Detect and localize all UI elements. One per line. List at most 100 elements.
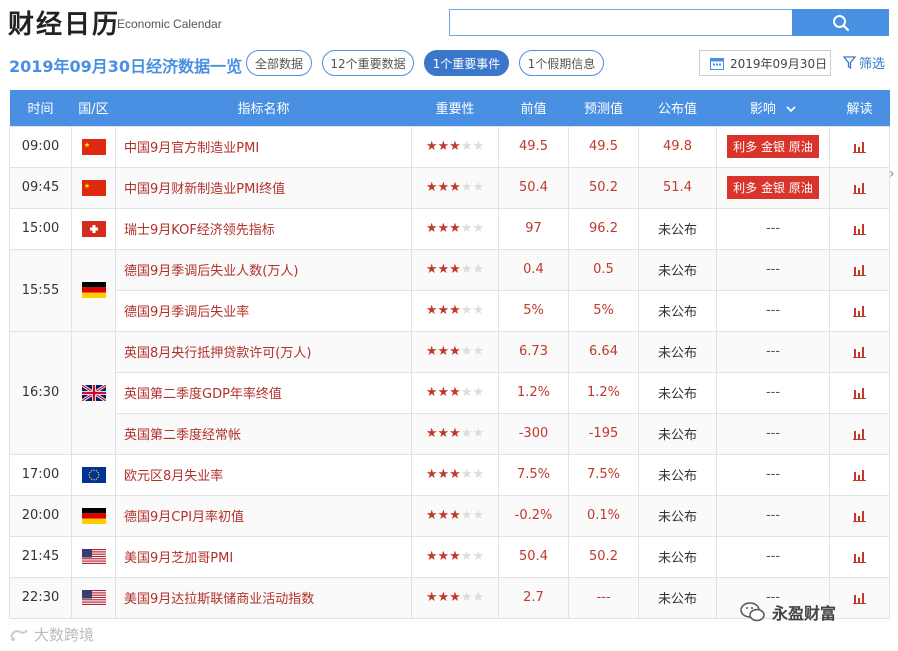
impact-badge[interactable]: 利多 金银 原油 (727, 176, 819, 199)
star-empty-icon: ★ (460, 426, 473, 441)
indicator-name[interactable]: 英国第二季度经常帐 (115, 412, 412, 455)
indicator-name[interactable]: 德国9月季调后失业率 (115, 289, 412, 332)
bar-chart-icon[interactable] (853, 346, 866, 358)
importance-stars: ★★★★★ (411, 166, 499, 209)
star-filled-icon: ★ (437, 549, 450, 564)
bar-chart-icon[interactable] (853, 428, 866, 440)
star-empty-icon: ★ (472, 180, 485, 195)
table-row[interactable]: 15:00 瑞士9月KOF经济领先指标 ★★★★★ 97 96.2 未公布 --- (9, 207, 890, 250)
actual-value: 未公布 (638, 494, 717, 537)
indicator-name[interactable]: 德国9月CPI月率初值 (115, 494, 412, 537)
pill-all-data[interactable]: 全部数据 (246, 50, 312, 76)
analysis-cell[interactable] (829, 535, 890, 578)
analysis-cell[interactable] (829, 453, 890, 496)
pill-important-events[interactable]: 1个重要事件 (424, 50, 509, 76)
indicator-name[interactable]: 德国9月季调后失业人数(万人) (115, 248, 412, 291)
analysis-cell[interactable] (829, 207, 890, 250)
indicator-name[interactable]: 美国9月芝加哥PMI (115, 535, 412, 578)
date-picker[interactable]: 2019年09月30日 (699, 50, 831, 76)
impact-badge[interactable]: 利多 金银 原油 (727, 135, 819, 158)
table-row[interactable]: 09:00 中国9月官方制造业PMI ★★★★★ 49.5 49.5 49.8 利多 金银 … (9, 125, 890, 168)
analysis-cell[interactable] (829, 576, 890, 619)
indicator-name[interactable]: 中国9月官方制造业PMI (115, 125, 412, 168)
importance-stars: ★★★★★ (411, 371, 499, 414)
indicator-name[interactable]: 美国9月达拉斯联储商业活动指数 (115, 576, 412, 619)
pill-important-data[interactable]: 12个重要数据 (322, 50, 414, 76)
star-filled-icon: ★ (449, 221, 461, 236)
table-row[interactable]: 15:55 德国9月季调后失业人数(万人) ★★★★★ 0.4 0.5 未公布 --- (9, 248, 890, 332)
star-filled-icon: ★ (425, 139, 438, 154)
time-cell: 21:45 (9, 535, 72, 578)
search-input[interactable] (449, 9, 793, 36)
star-rating: ★★★★★ (426, 549, 484, 564)
actual-value: 49.8 (638, 125, 717, 168)
analysis-cell[interactable] (829, 371, 890, 414)
country-cell (71, 576, 116, 619)
actual-value: 未公布 (638, 330, 717, 373)
bar-chart-icon[interactable] (853, 182, 866, 194)
indicator-name[interactable]: 瑞士9月KOF经济领先指标 (115, 207, 412, 250)
star-filled-icon: ★ (449, 426, 461, 441)
pill-holiday-info[interactable]: 1个假期信息 (519, 50, 604, 76)
star-rating: ★★★★★ (426, 467, 484, 482)
star-filled-icon: ★ (449, 385, 461, 400)
bar-chart-icon[interactable] (853, 387, 866, 399)
star-empty-icon: ★ (460, 549, 473, 564)
analysis-cell[interactable] (829, 494, 890, 537)
impact-none: --- (765, 221, 781, 236)
star-empty-icon: ★ (460, 303, 473, 318)
bar-chart-icon[interactable] (853, 510, 866, 522)
indicator-name[interactable]: 中国9月财新制造业PMI终值 (115, 166, 412, 209)
col-impact[interactable]: 影响 (716, 90, 830, 126)
table-row[interactable]: 德国9月季调后失业率 ★★★★★ 5% 5% 未公布 --- (10, 289, 890, 332)
star-filled-icon: ★ (437, 385, 450, 400)
importance-stars: ★★★★★ (411, 453, 499, 496)
time-cell: 15:55 (9, 248, 72, 332)
filter-button[interactable]: 筛选 (843, 53, 885, 72)
indicator-name[interactable]: 英国第二季度GDP年率终值 (115, 371, 412, 414)
previous-value: 7.5% (498, 453, 569, 496)
star-empty-icon: ★ (472, 426, 485, 441)
star-empty-icon: ★ (472, 262, 485, 277)
bar-chart-icon[interactable] (853, 551, 866, 563)
indicator-name[interactable]: 欧元区8月失业率 (115, 453, 412, 496)
chevron-right-icon[interactable]: › (889, 166, 895, 182)
table-row[interactable]: 17:00 欧元区8月失业率 ★★★★★ 7.5% 7.5% 未公布 --- (9, 453, 890, 496)
bar-chart-icon[interactable] (853, 141, 866, 153)
previous-value: 1.2% (498, 371, 569, 414)
actual-value: 未公布 (638, 576, 717, 619)
analysis-cell[interactable] (829, 166, 890, 209)
table-row[interactable]: 16:30 英国8月央行抵押贷款许可(万人) ★★★★★ 6.73 6.64 未公布 --- (9, 330, 890, 455)
analysis-cell[interactable] (829, 248, 890, 291)
actual-value: 未公布 (638, 453, 717, 496)
analysis-cell[interactable] (829, 330, 890, 373)
impact-none: --- (765, 344, 781, 359)
table-row[interactable]: 英国第二季度经常帐 ★★★★★ -300 -195 未公布 --- (10, 412, 890, 455)
bar-chart-icon[interactable] (853, 592, 866, 604)
analysis-cell[interactable] (829, 289, 890, 332)
table-row[interactable]: 09:45 中国9月财新制造业PMI终值 ★★★★★ 50.4 50.2 51.4 利多 金… (9, 166, 890, 209)
flag-cn-icon (81, 179, 106, 196)
table-row[interactable]: 21:45 美国9月芝加哥PMI ★★★★★ 50.4 50.2 未公布 --- (9, 535, 890, 578)
col-country: 国/区 (71, 90, 116, 126)
forecast-value: 50.2 (568, 166, 639, 209)
bar-chart-icon[interactable] (853, 469, 866, 481)
star-empty-icon: ★ (460, 508, 473, 523)
star-rating: ★★★★★ (426, 262, 484, 277)
star-filled-icon: ★ (449, 467, 461, 482)
analysis-cell[interactable] (829, 125, 890, 168)
bar-chart-icon[interactable] (853, 305, 866, 317)
col-impact-label: 影响 (749, 102, 776, 118)
app-subtitle: Economic Calendar (117, 17, 222, 31)
bar-chart-icon[interactable] (853, 223, 866, 235)
star-filled-icon: ★ (437, 180, 450, 195)
bar-chart-icon[interactable] (853, 264, 866, 276)
indicator-name[interactable]: 英国8月央行抵押贷款许可(万人) (115, 330, 412, 373)
time-cell: 20:00 (9, 494, 72, 537)
search-button[interactable] (792, 9, 889, 36)
table-row[interactable]: 英国第二季度GDP年率终值 ★★★★★ 1.2% 1.2% 未公布 --- (10, 371, 890, 414)
table-row[interactable]: 20:00 德国9月CPI月率初值 ★★★★★ -0.2% 0.1% 未公布 --- (9, 494, 890, 537)
analysis-cell[interactable] (829, 412, 890, 455)
forecast-value: 96.2 (568, 207, 639, 250)
previous-value: 2.7 (498, 576, 569, 619)
